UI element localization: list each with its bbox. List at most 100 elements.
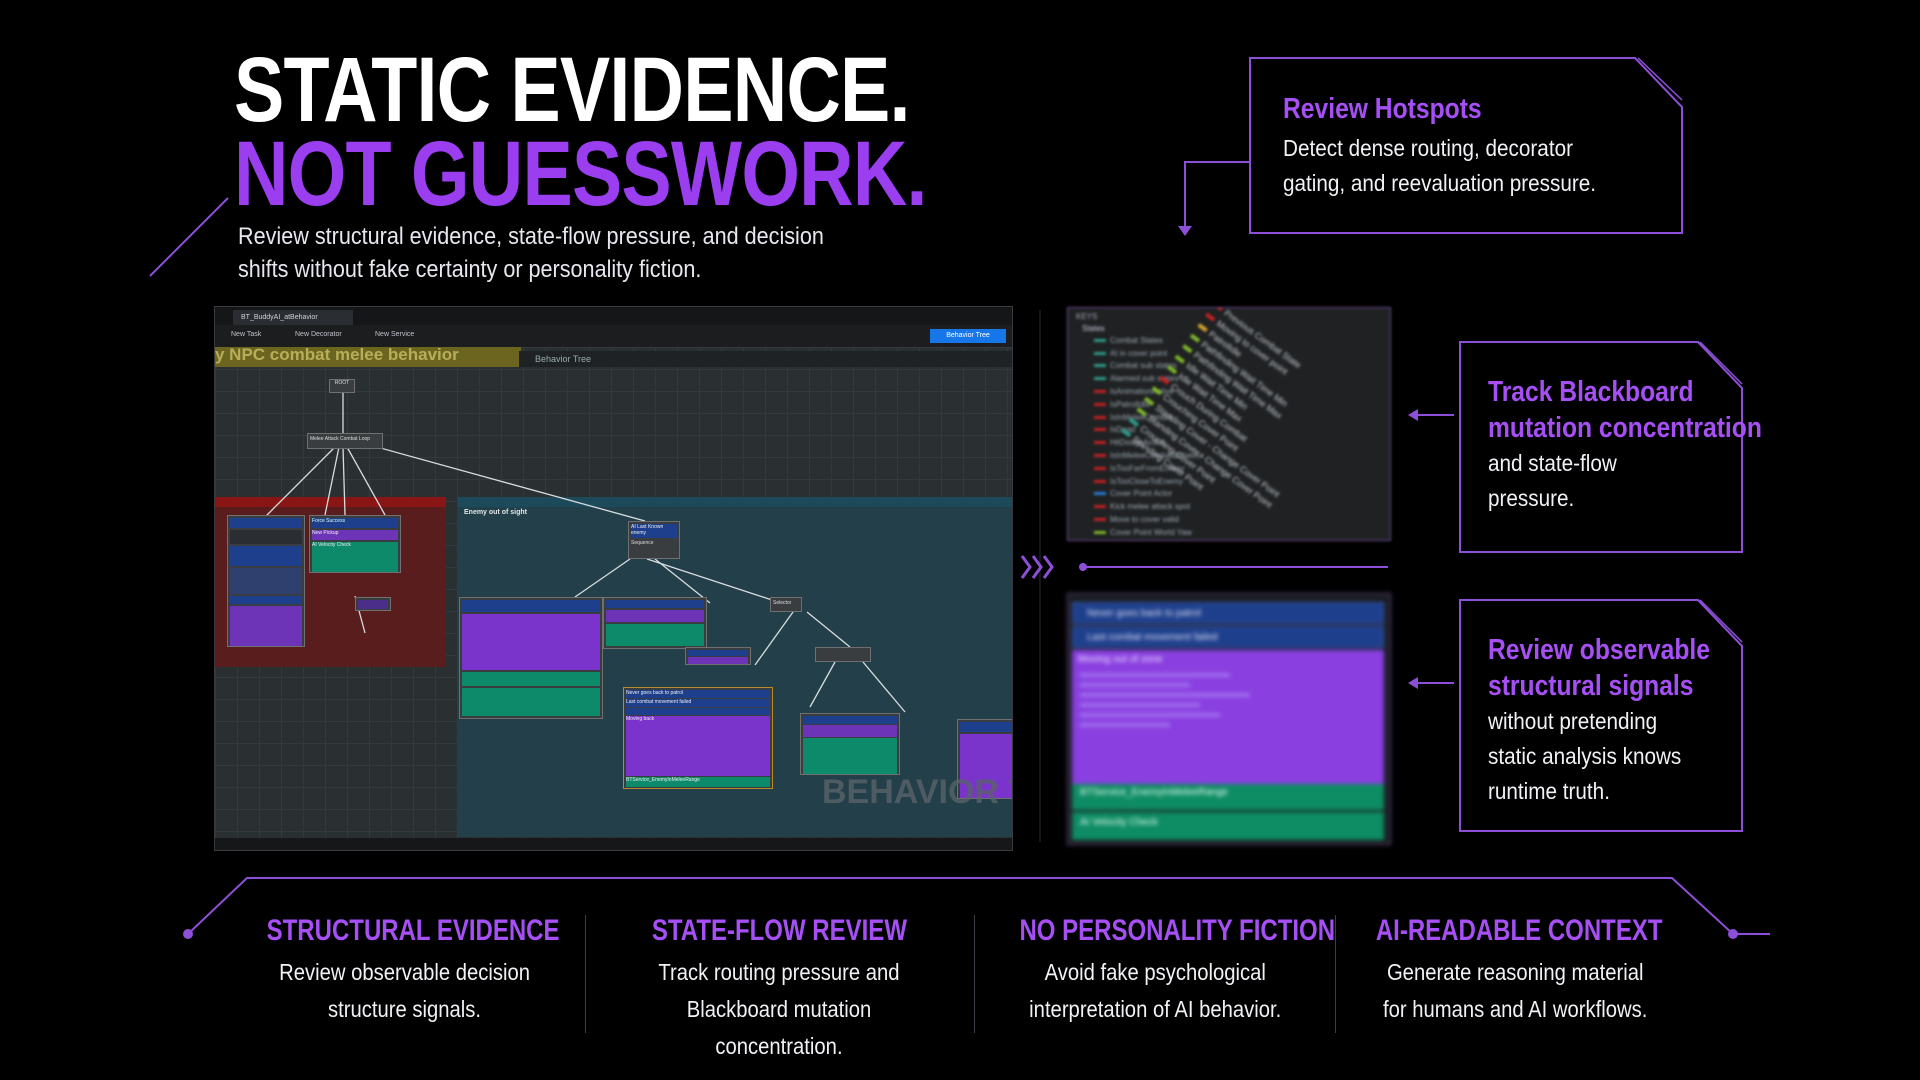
feature-line2: for humans and AI workflows. [1382,996,1648,1022]
last-known-enemy-node[interactable]: AI Last Known enemy Sequence [628,521,680,559]
new-decorator-button[interactable]: New Decorator [295,331,342,338]
key-name: Combat States [1110,335,1163,345]
detail-blue-row-1: Never goes back to patrol [1072,602,1384,624]
hero-title-line2: NOT GUESSWORK. [234,123,927,225]
teal-node-mid[interactable] [603,597,707,649]
key-type-swatch [1182,343,1193,353]
new-pickup-label: New Pickup [312,530,398,540]
root-node-label: ROOT [334,380,350,386]
feature-line2: structure signals. [328,996,482,1022]
force-success-label: Force Success [312,518,398,528]
feature-line1: Generate reasoning material [1386,959,1644,985]
editor-tab[interactable]: BT_BuddyAI_atBehavior [233,310,353,325]
key-type-swatch [1094,364,1106,368]
callout-signals-text: without pretending static analysis knows… [1488,708,1682,804]
key-name: Kick melee attack spot [1110,502,1191,512]
key-type-swatch [1190,333,1201,343]
key-type-swatch [1159,375,1170,385]
feature-title: STRUCTURAL EVIDENCE [266,914,560,947]
key-type-swatch [1197,322,1209,332]
feature-line2: Blackboard mutation concentration. [686,996,872,1059]
hero-subtitle: Review structural evidence, state-flow p… [238,223,824,283]
key-type-swatch [1094,338,1106,342]
key-type-swatch [1094,492,1106,496]
moving-back-node[interactable]: Never goes back to patrol Last combat mo… [623,687,773,789]
editor-status-bar [215,838,1012,850]
behavior-tree-editor-screenshot: BT_BuddyAI_atBehavior New Task New Decor… [214,306,1013,851]
feature-structural-evidence: STRUCTURAL EVIDENCE Review observable de… [230,912,580,1028]
never-back-label: Never goes back to patrol [626,690,770,698]
feature-no-personality-fiction: NO PERSONALITY FICTION Avoid fake psycho… [980,912,1335,1028]
key-type-swatch [1094,530,1106,534]
sequence-label: Sequence [631,540,677,554]
behavior-tree-mode-button[interactable]: Behavior Tree [930,329,1006,343]
selector-node[interactable]: Selector [770,597,802,612]
key-row[interactable]: Cover Point World Yaw [1094,526,1204,539]
new-task-button[interactable]: New Task [231,331,261,338]
red-area-node-force-success[interactable]: Force Success New Pickup AI Velocity Che… [309,515,401,573]
key-type-swatch [1205,312,1216,322]
feature-line1: Track routing pressure and [658,959,900,985]
detail-blue-row-2: Last combat movement failed [1072,626,1384,648]
feature-title: AI-READABLE CONTEXT [1375,914,1663,947]
editor-watermark: BEHAVIOR TR [822,773,1012,811]
key-type-swatch [1094,479,1106,483]
feature-divider [585,915,586,1033]
callout-hotspots-title: Review Hotspots [1283,93,1482,125]
feature-divider [974,915,975,1033]
key-type-swatch [1094,377,1106,381]
callout-structural-signals: Review observable structural signals wit… [1488,632,1738,809]
key-type-swatch [1151,385,1163,395]
feature-title: NO PERSONALITY FICTION [1019,914,1336,947]
blackboard-keys-panel: KEYS States Combat States AI in cover poi… [1067,307,1391,541]
teal-node-large-left[interactable] [459,597,603,719]
feature-state-flow-review: STATE-FLOW REVIEW Track routing pressure… [599,912,959,1065]
feature-description: Avoid fake psychological interpretation … [1029,954,1281,1028]
key-type-swatch [1094,428,1106,432]
callout-blackboard-title-line1: Track Blackboard [1488,376,1694,408]
feature-description: Review observable decision structure sig… [280,954,531,1028]
new-service-button[interactable]: New Service [375,331,414,338]
keys-header: KEYS [1076,312,1098,321]
node-detail-panel: Never goes back to patrol Last combat mo… [1067,593,1391,845]
key-type-swatch [1136,406,1148,416]
feature-description: Track routing pressure and Blackboard mu… [621,954,938,1065]
last-combat-label: Last combat movement failed [626,699,770,707]
small-purple-node[interactable] [685,647,751,665]
wait-node[interactable] [355,597,391,611]
key-type-swatch [1094,402,1106,406]
editor-tab-bar: BT_BuddyAI_atBehavior [215,307,1012,325]
key-type-swatch [1094,466,1106,470]
key-type-swatch [1144,396,1155,406]
feature-divider [1335,915,1336,1033]
key-type-swatch [1213,308,1224,311]
key-type-swatch [1094,415,1106,419]
key-type-swatch [1094,505,1106,509]
right-teal-node[interactable] [800,713,900,775]
return-patrol-node[interactable] [815,647,871,662]
key-row[interactable]: Kick melee attack spot [1094,500,1204,513]
key-type-swatch [1094,454,1106,458]
key-name: Cover Point Actor [1110,489,1173,499]
key-row[interactable]: Cover Point Actor [1094,488,1204,501]
detail-purple-block: Moving out of zone [1072,650,1384,784]
key-row[interactable]: Move to cover valid [1094,513,1204,526]
detail-green-row-1: BTService_EnemyInMeleeRange [1072,784,1384,810]
moving-back-label: Moving back [626,716,770,776]
callout-blackboard: Track Blackboard mutation concentration … [1488,374,1762,516]
key-type-swatch [1094,441,1106,445]
callout-review-hotspots: Review Hotspots Detect dense routing, de… [1283,91,1663,201]
editor-graph-canvas[interactable]: y NPC combat melee behavior Behavior Tre… [215,345,1012,838]
callout-blackboard-title-line2: mutation concentration [1488,412,1762,444]
root-node[interactable]: ROOT [329,379,355,393]
detail-green-row-2: AI Velocity Check [1072,812,1384,840]
feature-description: Generate reasoning material for humans a… [1383,954,1647,1028]
feature-title: STATE-FLOW REVIEW [651,914,907,947]
key-type-swatch [1094,390,1106,394]
callout-hotspots-text: Detect dense routing, decorator gating, … [1283,135,1597,196]
melee-loop-node[interactable]: Melee Attack Combat Loop [307,433,383,449]
feature-ai-readable-context: AI-READABLE CONTEXT Generate reasoning m… [1340,912,1690,1028]
red-area-node-left[interactable] [227,515,305,647]
key-name: Move to cover valid [1110,515,1179,525]
last-enemy-label: AI Last Known enemy [631,524,677,538]
